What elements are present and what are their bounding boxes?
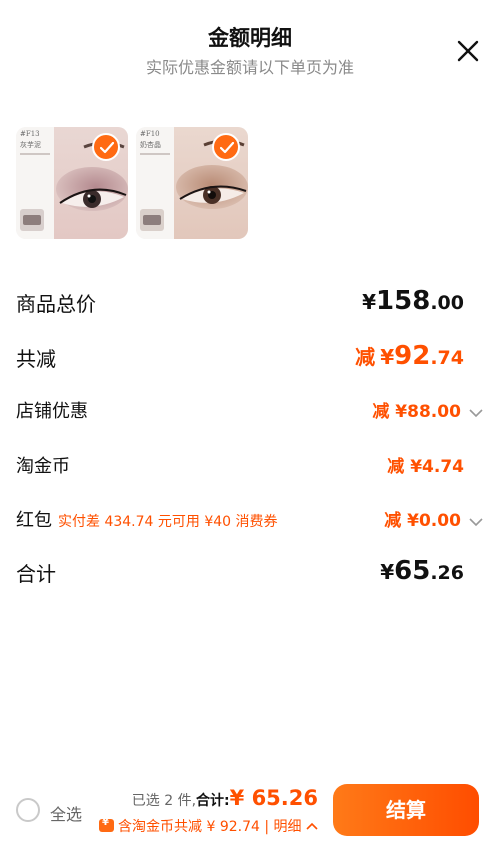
shop-discount-label: 店铺优惠 xyxy=(16,401,88,422)
select-all-radio[interactable] xyxy=(16,798,40,822)
footer-total-label: 合计: xyxy=(196,793,230,809)
check-icon xyxy=(220,142,234,154)
shop-discount-row[interactable]: 店铺优惠 减 ¥88.00 xyxy=(16,397,484,423)
total-reduce-row: 共减 减 ¥92.74 xyxy=(16,341,484,373)
discount-detail-text: 含淘金币共减 ¥ 92.74 | 明细 xyxy=(118,819,302,835)
close-button[interactable] xyxy=(455,38,481,64)
select-all-label[interactable]: 全选 xyxy=(50,801,82,825)
taojinbi-value: 减 ¥4.74 xyxy=(387,457,464,477)
product-thumbnail[interactable]: #F13 灰芋泥 xyxy=(16,127,128,239)
chevron-down-icon[interactable] xyxy=(468,516,484,528)
selected-check[interactable] xyxy=(92,133,120,161)
selected-check[interactable] xyxy=(212,133,240,161)
product-code: #F13 xyxy=(20,130,40,138)
total-price-row: 商品总价 ¥158.00 xyxy=(16,286,484,318)
sum-label: 合计 xyxy=(16,562,56,586)
product-code: #F10 xyxy=(140,130,160,138)
product-thumbnail[interactable]: #F10 奶杏晶 xyxy=(136,127,248,239)
total-price-label: 商品总价 xyxy=(16,292,96,316)
footer-total-value: ¥ 65.26 xyxy=(229,786,318,810)
close-icon xyxy=(457,40,479,62)
redpacket-value: 减 ¥0.00 xyxy=(384,511,461,531)
chevron-up-icon xyxy=(306,822,318,830)
redpacket-note: 实付差 434.74 元可用 ¥40 消费券 xyxy=(58,514,278,530)
selected-count: 已选 2 件, xyxy=(131,793,197,809)
checkout-bar: 全选 已选 2 件,合计:¥ 65.26 含淘金币共减 ¥ 92.74 | 明细… xyxy=(0,770,500,862)
page-title: 金额明细 xyxy=(208,26,292,50)
sum-value: ¥65.26 xyxy=(380,556,464,586)
header: 金额明细 实际优惠金额请以下单页为准 xyxy=(0,0,500,100)
sum-row: 合计 ¥65.26 xyxy=(16,556,484,588)
selected-summary: 已选 2 件,合计:¥ 65.26 xyxy=(132,786,318,810)
total-reduce-value: 减 ¥92.74 xyxy=(355,341,464,371)
palette-image xyxy=(20,209,44,231)
redpacket-label: 红包 xyxy=(16,510,52,531)
taojinbi-row: 淘金币 减 ¥4.74 xyxy=(16,452,484,478)
redpacket-row[interactable]: 红包 实付差 434.74 元可用 ¥40 消费券 减 ¥0.00 xyxy=(16,506,484,532)
page-subtitle: 实际优惠金额请以下单页为准 xyxy=(145,58,354,77)
product-name: 灰芋泥 xyxy=(20,141,41,149)
discount-detail-toggle[interactable]: 含淘金币共减 ¥ 92.74 | 明细 xyxy=(99,816,318,836)
check-icon xyxy=(100,142,114,154)
palette-image xyxy=(140,209,164,231)
total-price-value: ¥158.00 xyxy=(362,286,464,316)
chevron-down-icon[interactable] xyxy=(468,407,484,419)
coin-icon xyxy=(99,817,115,832)
product-name: 奶杏晶 xyxy=(140,141,161,149)
total-reduce-label: 共减 xyxy=(16,347,56,371)
shop-discount-value: 减 ¥88.00 xyxy=(372,402,461,422)
taojinbi-label: 淘金币 xyxy=(16,456,70,477)
checkout-button[interactable]: 结算 xyxy=(333,784,479,836)
